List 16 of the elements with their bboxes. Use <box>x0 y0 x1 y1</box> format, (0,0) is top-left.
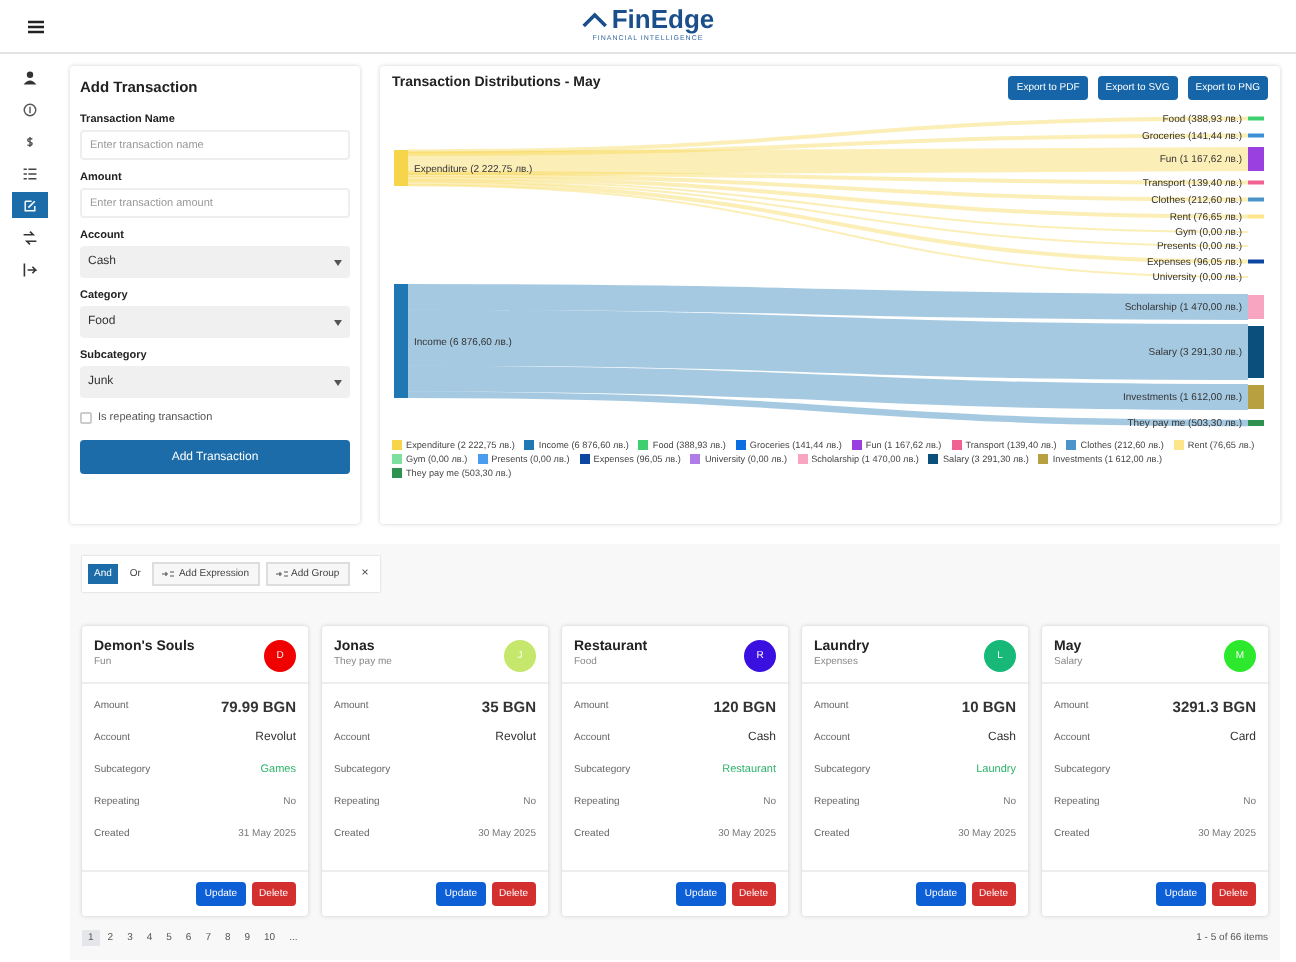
transfer-icon <box>22 229 38 245</box>
add-icon <box>162 570 175 578</box>
dollar-icon <box>22 133 38 149</box>
sidebar-item[interactable] <box>12 192 48 218</box>
caret-icon <box>334 379 342 385</box>
user-icon <box>22 69 38 85</box>
menu-icon[interactable] <box>28 19 44 33</box>
logout-icon <box>22 261 38 277</box>
add-icon <box>275 570 287 578</box>
caret-icon <box>334 259 342 265</box>
brand-name: FinEdge <box>611 6 715 34</box>
chevron-logo-icon <box>581 12 608 28</box>
edit-icon <box>22 197 38 213</box>
caret-icon <box>334 319 342 325</box>
checkbox[interactable] <box>80 412 92 424</box>
list-icon <box>22 165 38 181</box>
